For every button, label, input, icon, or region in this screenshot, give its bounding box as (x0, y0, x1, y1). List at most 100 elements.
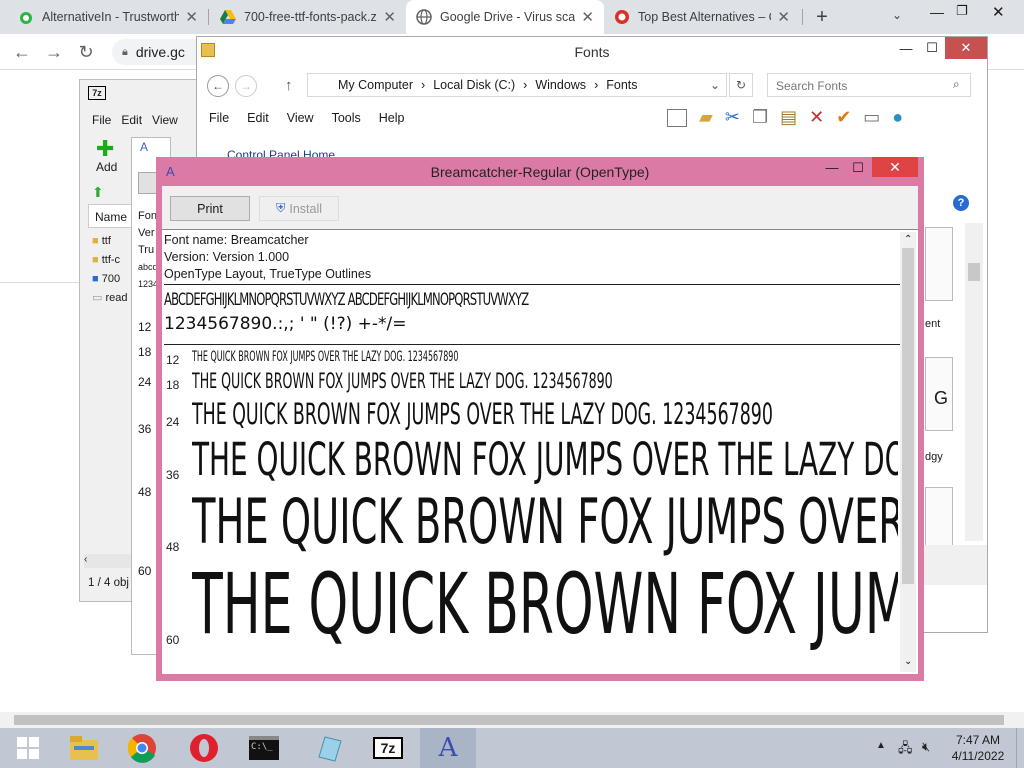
close-tab-icon[interactable]: ✕ (777, 8, 790, 26)
sample-line: THE QUICK BROWN FOX JUMPS OVER THE LAZY … (192, 433, 898, 486)
font-preview-window[interactable]: Breamcatcher-Regular (OpenType) A — ☐ ✕ … (156, 157, 924, 681)
up-icon[interactable]: ↑ (285, 77, 293, 94)
reload-icon[interactable]: ↻ (72, 34, 100, 70)
print-button[interactable]: Print (170, 196, 250, 221)
folder-icon (201, 43, 215, 57)
maximize-icon[interactable]: ☐ (919, 37, 945, 59)
font-preview-titlebar: Breamcatcher-Regular (OpenType) (430, 163, 650, 180)
command-prompt-icon[interactable]: C:\_ (236, 728, 292, 768)
close-tab-icon[interactable]: ✕ (383, 8, 396, 26)
cut-icon[interactable]: ✂ (725, 107, 740, 128)
font-preview-content: Print ⛨ Install Font name: Breamcatcher V… (162, 186, 918, 674)
network-icon[interactable]: 🖧︎ (898, 739, 913, 761)
font-file-icon[interactable]: G (925, 357, 953, 431)
digits-sample: 1234567890.:,; ' " (!?) +-*/= (164, 314, 407, 334)
breadcrumb-item[interactable]: Windows (535, 78, 586, 92)
add-icon: ✚ (96, 136, 115, 161)
shield-icon: ⛨ (275, 201, 286, 215)
close-window-icon[interactable]: ✕ (992, 3, 1005, 21)
breadcrumb-item[interactable]: My Computer (338, 78, 413, 92)
install-button[interactable]: ⛨ Install (259, 196, 339, 221)
globe-icon[interactable]: ● (892, 107, 903, 128)
delete-icon[interactable]: ✕ (809, 107, 824, 128)
close-window-icon[interactable]: ✕ (872, 157, 918, 177)
menu-item[interactable]: File (209, 111, 229, 125)
text-file-icon: ▭ (92, 292, 103, 304)
breadcrumb[interactable]: My Computer › Local Disk (C:) › Windows › F… (307, 73, 727, 97)
new-tab-icon[interactable]: + (810, 5, 834, 29)
volume-muted-icon[interactable]: 🔇︎ (922, 739, 930, 755)
menu-item[interactable]: Help (379, 111, 405, 125)
chevron-down-icon[interactable]: ⌄ (703, 73, 727, 97)
close-tab-icon[interactable]: ✕ (581, 8, 594, 26)
search-icon: ⌕ (953, 77, 960, 91)
top-alternatives-icon (614, 9, 630, 25)
browser-tab[interactable]: Top Best Alternatives – C ✕ (604, 0, 800, 34)
forward-icon[interactable]: → (235, 75, 257, 97)
sevenzip-logo-icon: 7z (88, 86, 106, 100)
taskbar: C:\_ 7z A ▲ 🖧︎ 🔇︎ 7:47 AM 4/11/2022 (0, 728, 1024, 768)
restore-icon[interactable]: ❐ (956, 3, 968, 19)
breadcrumb-item[interactable]: Local Disk (C:) (433, 78, 515, 92)
sample-line: THE QUICK BROWN FOX JUMPS OVER THE LAZY … (192, 555, 898, 653)
refresh-icon[interactable]: ↻ (729, 73, 753, 97)
notepad-icon[interactable] (300, 728, 356, 768)
scrollbar[interactable] (965, 223, 983, 541)
minimize-icon[interactable]: — (930, 4, 944, 20)
back-icon[interactable]: ← (8, 34, 36, 70)
start-button[interactable] (0, 728, 56, 768)
forward-icon[interactable]: → (40, 34, 68, 70)
font-viewer-icon: A (438, 733, 458, 763)
close-window-icon[interactable]: ✕ (945, 37, 987, 59)
font-file-icon[interactable] (925, 487, 953, 547)
sample-area: 12 THE QUICK BROWN FOX JUMPS OVER THE LA… (162, 345, 898, 674)
maximize-icon[interactable]: ☐ (846, 160, 870, 180)
font-file-icon[interactable] (925, 227, 953, 301)
scroll-up-icon[interactable]: ⌃ (904, 234, 912, 245)
file-explorer-icon[interactable] (56, 728, 112, 768)
sevenzip-taskbar-icon[interactable]: 7z (360, 728, 416, 768)
folder-icon: ■ (92, 235, 99, 247)
search-input[interactable]: Search Fonts (767, 73, 971, 97)
font-viewer-icon: A (140, 140, 149, 154)
up-folder-icon[interactable]: ⬆ (92, 184, 104, 201)
menu-item[interactable]: Edit (121, 113, 142, 127)
scroll-left-icon[interactable]: ‹ (84, 554, 134, 568)
menu-item[interactable]: View (152, 113, 178, 127)
chrome-icon[interactable] (114, 728, 170, 768)
menu-item[interactable]: Tools (332, 111, 361, 125)
folder-options-icon[interactable]: ▰ (699, 107, 713, 128)
clock[interactable]: 7:47 AM 4/11/2022 (948, 732, 1008, 764)
checkmark-icon[interactable]: ✔ (836, 107, 851, 128)
show-desktop-button[interactable] (1016, 728, 1024, 768)
scroll-down-icon[interactable]: ⌄ (904, 656, 912, 667)
browser-tab-active[interactable]: Google Drive - Virus scan ✕ (406, 0, 604, 34)
page-horizontal-scrollbar[interactable] (0, 712, 1024, 728)
breadcrumb-item[interactable]: Fonts (606, 78, 637, 92)
opera-icon[interactable] (176, 728, 232, 768)
folder-icon: ■ (92, 254, 99, 266)
font-viewer-taskbar-icon[interactable]: A (420, 728, 476, 768)
help-icon[interactable]: ? (953, 195, 969, 211)
vertical-scrollbar[interactable]: ⌃ ⌄ (900, 232, 916, 672)
browser-tab-strip: AlternativeIn - Trustworthy ✕ 700-free-t… (0, 0, 1024, 34)
browser-tab[interactable]: 700-free-ttf-fonts-pack.zi ✕ (210, 0, 406, 34)
chevron-down-icon[interactable]: ⌄ (892, 8, 902, 22)
paste-icon[interactable]: ▤ (780, 107, 797, 128)
preview-pane-icon[interactable] (667, 108, 687, 127)
scrollbar-thumb[interactable] (902, 248, 914, 584)
show-hidden-icons-icon[interactable]: ▲ (876, 740, 886, 751)
properties-icon[interactable]: ▭ (863, 107, 880, 128)
browser-tab[interactable]: AlternativeIn - Trustworthy ✕ (8, 0, 208, 34)
minimize-icon[interactable]: — (820, 160, 844, 180)
alphabet-sample: ABCDEFGHIJKLMNOPQRSTUVWXYZ ABCDEFGHIJKLM… (164, 290, 529, 310)
add-button-label[interactable]: Add (96, 160, 117, 174)
globe-icon (416, 9, 432, 25)
close-tab-icon[interactable]: ✕ (185, 8, 198, 26)
menu-item[interactable]: Edit (247, 111, 269, 125)
menu-item[interactable]: File (92, 113, 111, 127)
minimize-icon[interactable]: — (893, 37, 919, 59)
copy-icon[interactable]: ❐ (752, 107, 768, 128)
menu-item[interactable]: View (287, 111, 314, 125)
back-icon[interactable]: ← (207, 75, 229, 97)
